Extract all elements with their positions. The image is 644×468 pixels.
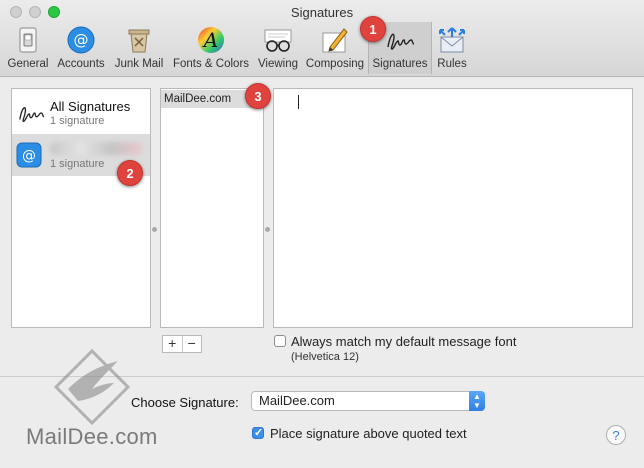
tab-viewing[interactable]: Viewing — [254, 22, 302, 74]
tab-signatures-label: Signatures — [372, 58, 428, 70]
svg-text:@: @ — [74, 31, 89, 49]
text-cursor — [298, 95, 299, 109]
tab-accounts[interactable]: @ Accounts — [52, 22, 110, 74]
watermark-text: MailDee.com — [26, 424, 158, 449]
font-a-icon: A — [195, 24, 227, 56]
remove-signature-button[interactable]: − — [183, 336, 202, 352]
signature-icon — [384, 24, 416, 56]
callout-badge-2: 2 — [117, 160, 143, 186]
tab-general-label: General — [7, 58, 49, 70]
accounts-list[interactable]: All Signatures 1 signature @ 1 signature — [11, 88, 151, 328]
tab-junk-mail-label: Junk Mail — [114, 58, 164, 70]
add-remove-buttons: + − — [162, 335, 202, 353]
pencil-icon — [319, 24, 351, 56]
tab-accounts-label: Accounts — [57, 58, 105, 70]
callout-badge-3: 3 — [245, 83, 271, 109]
above-quoted-label: Place signature above quoted text — [270, 426, 467, 441]
choose-signature-label: Choose Signature: — [131, 395, 239, 410]
tab-general[interactable]: General — [4, 22, 52, 74]
tab-rules[interactable]: Rules — [432, 22, 472, 74]
svg-text:@: @ — [22, 148, 36, 164]
general-switch-icon — [12, 24, 44, 56]
trash-bin-icon — [123, 24, 155, 56]
chevron-up-down-icon: ▲ ▼ — [469, 391, 485, 411]
font-note: (Helvetica 12) — [291, 351, 359, 363]
tab-fonts-colors-label: Fonts & Colors — [172, 58, 250, 70]
redacted-account-name — [50, 142, 142, 155]
splitter-handle[interactable] — [265, 227, 270, 232]
signature-editor[interactable] — [273, 88, 633, 328]
svg-text:A: A — [202, 28, 218, 52]
signature-icon — [16, 99, 45, 127]
title-bar: Signatures General @ Accounts Junk Mail — [0, 0, 644, 77]
rules-icon — [436, 24, 468, 56]
window-title: Signatures — [290, 5, 354, 20]
preferences-toolbar: General @ Accounts Junk Mail A Fonts & C… — [4, 22, 472, 74]
above-quoted-checkbox[interactable] — [252, 426, 264, 439]
list-item-all-signatures[interactable]: All Signatures 1 signature — [12, 91, 150, 133]
tab-junk-mail[interactable]: Junk Mail — [110, 22, 168, 74]
splitter-handle[interactable] — [152, 227, 157, 232]
signatures-list[interactable]: MailDee.com — [160, 88, 264, 328]
choose-signature-value: MailDee.com — [259, 393, 335, 408]
glasses-icon — [262, 24, 294, 56]
tab-rules-label: Rules — [437, 58, 467, 70]
at-sign-icon: @ — [16, 142, 44, 170]
help-button[interactable]: ? — [606, 425, 626, 445]
tab-composing[interactable]: Composing — [302, 22, 368, 74]
preferences-window: Signatures General @ Accounts Junk Mail — [0, 0, 644, 468]
choose-signature-select[interactable]: MailDee.com ▲ ▼ — [251, 391, 485, 411]
signature-count: 1 signature — [50, 115, 105, 127]
match-font-checkbox[interactable] — [274, 335, 286, 347]
callout-badge-1: 1 — [360, 16, 386, 42]
tab-viewing-label: Viewing — [257, 58, 299, 70]
signature-count: 1 signature — [50, 158, 105, 170]
watermark-logo — [53, 348, 131, 425]
match-font-label: Always match my default message font — [291, 334, 517, 349]
account-name: All Signatures — [50, 99, 131, 114]
tab-composing-label: Composing — [305, 58, 365, 70]
at-sign-icon: @ — [65, 24, 97, 56]
tab-fonts-colors[interactable]: A Fonts & Colors — [168, 22, 254, 74]
add-signature-button[interactable]: + — [163, 336, 183, 352]
